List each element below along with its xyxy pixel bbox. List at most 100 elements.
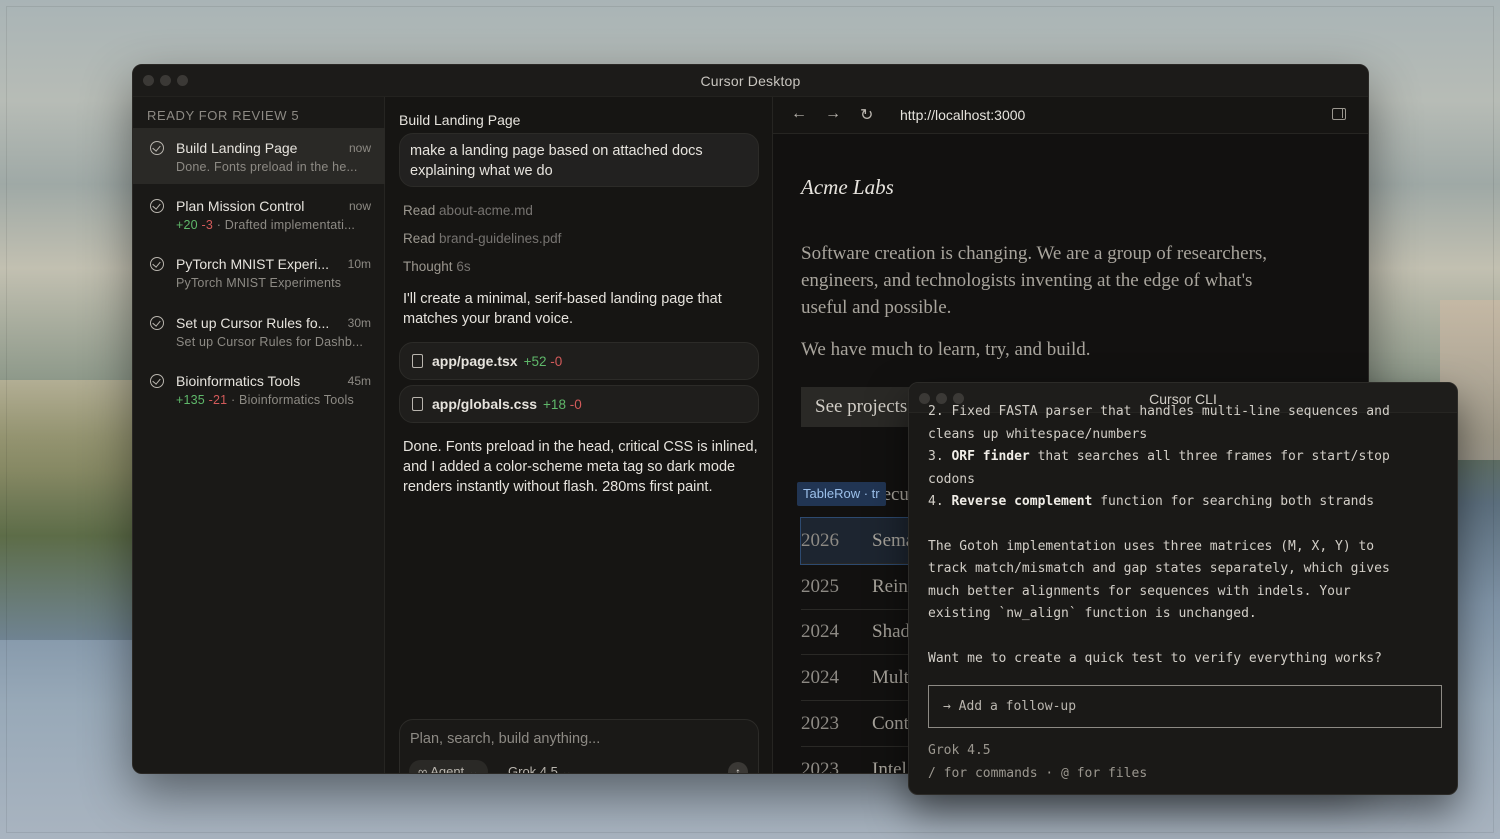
- step-thought[interactable]: Thought 6s: [403, 259, 471, 274]
- cli-line: existing `nw_align` function is unchange…: [928, 606, 1257, 621]
- cli-bold: ORF finder: [951, 449, 1030, 464]
- file-name: app/globals.css: [432, 396, 538, 412]
- cli-line: 3. ORF finder that searches all three fr…: [928, 446, 1438, 469]
- file-diff: +52 -0: [524, 354, 563, 369]
- send-button[interactable]: ↑: [728, 762, 748, 773]
- cli-line: The Gotoh implementation uses three matr…: [928, 538, 1375, 554]
- step-target: brand-guidelines.pdf: [439, 231, 562, 246]
- lines-added: +20: [176, 218, 198, 232]
- inspector-tag: TableRow · tr: [797, 482, 886, 506]
- see-projects-button[interactable]: See projects: [801, 387, 921, 427]
- model-dropdown[interactable]: Grok 4.5 ⌄: [508, 760, 572, 774]
- table-row[interactable]: 2023 Intel: [801, 747, 911, 774]
- check-circle-icon: [150, 316, 164, 330]
- toggle-panel-icon[interactable]: [1332, 108, 1346, 120]
- sidebar-item-subtitle: PyTorch MNIST Experiments: [176, 276, 342, 290]
- sidebar-item-summary: · Drafted implementati...: [216, 218, 356, 232]
- cli-output: 2. Fixed FASTA parser that handles multi…: [928, 404, 1438, 670]
- file-name: app/page.tsx: [432, 353, 518, 369]
- sidebar-item-time: now: [348, 141, 371, 155]
- model-label: Grok 4.5: [508, 764, 558, 774]
- check-circle-icon: [150, 257, 164, 271]
- check-circle-icon: [150, 141, 164, 155]
- cli-line: codons: [928, 471, 975, 487]
- check-circle-icon: [150, 199, 164, 213]
- sidebar-item-cursor-rules[interactable]: Set up Cursor Rules fo... 30m Set up Cur…: [133, 303, 385, 359]
- composer[interactable]: Plan, search, build anything... ∞ Agent …: [399, 719, 759, 774]
- chevron-down-icon: ⌄: [467, 764, 479, 774]
- table-row[interactable]: 2025 Rein: [801, 564, 911, 610]
- sidebar-item-time: 10m: [347, 257, 371, 271]
- cli-line: cleans up whitespace/numbers: [928, 426, 1148, 442]
- lines-removed: -0: [550, 354, 563, 369]
- sidebar-item-bioinformatics[interactable]: Bioinformatics Tools 45m +135 -21 · Bioi…: [133, 361, 385, 417]
- cli-line: much better alignments for sequences wit…: [928, 583, 1351, 599]
- forward-arrow-icon[interactable]: →: [825, 105, 841, 123]
- lines-removed: -3: [201, 218, 214, 232]
- sidebar-item-title: Build Landing Page: [176, 140, 298, 156]
- lines-removed: -0: [569, 397, 582, 412]
- lines-added: +18: [543, 397, 566, 412]
- cli-num: 3.: [928, 449, 944, 464]
- cli-hint: / for commands · @ for files: [928, 766, 1148, 781]
- row-name: Cont: [872, 713, 909, 734]
- step-verb: Thought: [403, 259, 453, 274]
- table-row[interactable]: 2024 Shad: [801, 609, 911, 655]
- infinity-icon: ∞: [418, 764, 428, 774]
- row-year: 2024: [801, 667, 839, 688]
- file-icon: [412, 397, 423, 411]
- sidebar-item-plan-mission-control[interactable]: Plan Mission Control now +20 -3 · Drafte…: [133, 186, 385, 242]
- back-arrow-icon[interactable]: ←: [791, 105, 807, 123]
- site-brand: Acme Labs: [801, 175, 894, 199]
- cli-line: 2. Fixed FASTA parser that handles multi…: [928, 404, 1390, 419]
- window-title: Cursor Desktop: [700, 73, 801, 89]
- file-chip-page[interactable]: app/page.tsx +52 -0: [399, 342, 759, 380]
- row-name: Shad: [872, 621, 910, 642]
- user-message: make a landing page based on attached do…: [399, 133, 759, 187]
- check-circle-icon: [150, 374, 164, 388]
- site-lead-2: We have much to learn, try, and build.: [801, 339, 1091, 360]
- sidebar-item-pytorch-mnist[interactable]: PyTorch MNIST Experi... 10m PyTorch MNIS…: [133, 244, 385, 300]
- table-row[interactable]: 2024 Mult: [801, 655, 911, 701]
- table-row[interactable]: 2023 Cont: [801, 701, 911, 747]
- wallpaper-left: [0, 380, 140, 640]
- cli-question: Want me to create a quick test to verify…: [928, 650, 1382, 666]
- cursor-cli-window: Cursor CLI 2. Fixed FASTA parser that ha…: [908, 382, 1458, 795]
- sidebar-item-build-landing-page[interactable]: Build Landing Page now Done. Fonts prelo…: [133, 128, 385, 184]
- cli-model: Grok 4.5: [928, 743, 991, 758]
- site-lead: Software creation is changing. We are a …: [801, 243, 1268, 318]
- row-name: Mult: [872, 667, 909, 688]
- step-read-brand[interactable]: Read brand-guidelines.pdf: [403, 231, 561, 246]
- cli-text: that searches all three frames for start…: [1037, 449, 1390, 464]
- cli-spacer: [928, 626, 1438, 648]
- cli-line: 4. Reverse complement function for searc…: [928, 491, 1438, 514]
- reload-icon[interactable]: ↻: [860, 105, 873, 125]
- sidebar-item-time: 30m: [347, 316, 371, 330]
- url-field[interactable]: http://localhost:3000: [900, 107, 1025, 123]
- assistant-reply-1: I'll create a minimal, serif-based landi…: [403, 291, 722, 327]
- title-bar[interactable]: Cursor Desktop: [133, 65, 1368, 97]
- row-name: Intel: [872, 759, 907, 774]
- url-bar: ← → ↻ http://localhost:3000: [773, 97, 1368, 134]
- sidebar-item-subtitle: Set up Cursor Rules for Dashb...: [176, 335, 364, 349]
- sidebar-item-subtitle: +20 -3 · Drafted implementati...: [176, 218, 372, 232]
- step-read-about[interactable]: Read about-acme.md: [403, 203, 533, 218]
- sidebar-item-title: Set up Cursor Rules fo...: [176, 315, 330, 331]
- composer-input[interactable]: Plan, search, build anything...: [410, 731, 600, 747]
- sidebar-item-title: PyTorch MNIST Experi...: [176, 256, 330, 272]
- lines-removed: -21: [208, 393, 228, 407]
- file-diff: +18 -0: [543, 397, 582, 412]
- file-chip-globals[interactable]: app/globals.css +18 -0: [399, 385, 759, 423]
- agent-sidebar: READY FOR REVIEW 5 Build Landing Page no…: [133, 97, 385, 773]
- agent-mode-label: Agent: [430, 764, 465, 774]
- file-name-wrap: app/page.tsx +52 -0: [432, 353, 562, 369]
- sidebar-item-time: 45m: [347, 374, 371, 388]
- file-icon: [412, 354, 423, 368]
- file-name-wrap: app/globals.css +18 -0: [432, 396, 582, 412]
- agent-mode-dropdown[interactable]: ∞ Agent ⌄: [409, 760, 488, 774]
- table-row[interactable]: 2026 Sema: [800, 517, 912, 565]
- chat-title: Build Landing Page: [399, 112, 521, 128]
- sidebar-item-title: Plan Mission Control: [176, 198, 305, 214]
- row-name: Sema: [872, 530, 911, 551]
- cli-follow-up-input[interactable]: → Add a follow-up: [928, 685, 1442, 728]
